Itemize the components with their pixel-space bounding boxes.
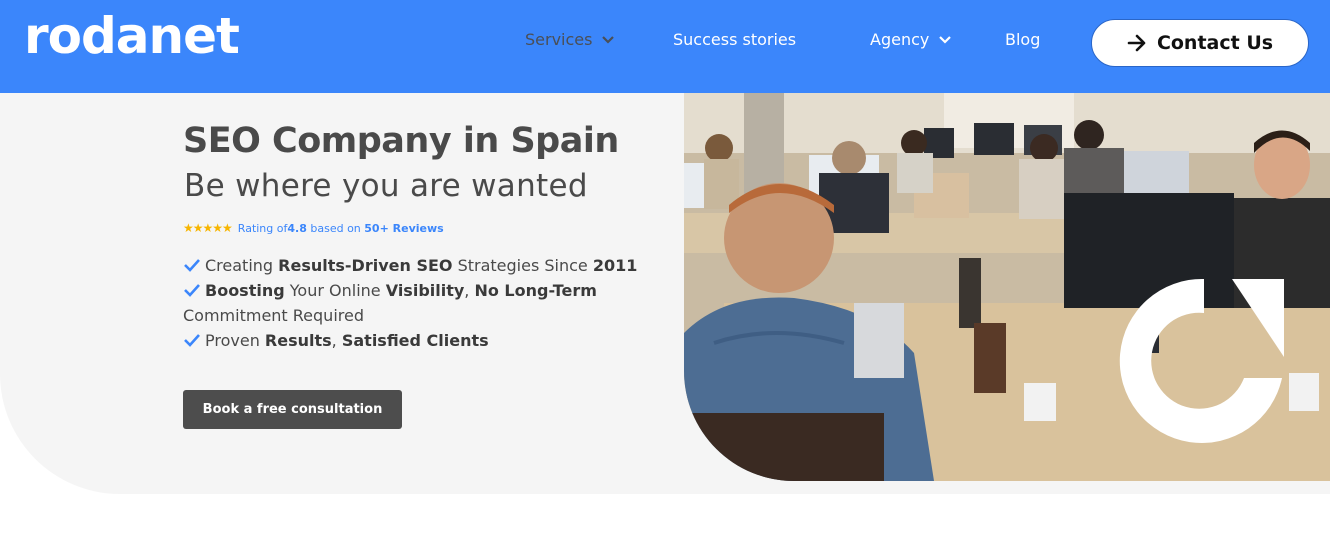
site-header: rodanet Services Success stories Agency … xyxy=(0,0,1330,93)
feature-text: Proven xyxy=(205,331,265,350)
feature-bold: 2011 xyxy=(592,256,638,275)
feature-bold: Boosting xyxy=(205,281,285,300)
nav-blog-label: Blog xyxy=(1005,30,1041,49)
chevron-down-icon xyxy=(602,35,615,44)
nav-success-stories-label: Success stories xyxy=(673,30,797,49)
hero-section: SEO Company in Spain Be where you are wa… xyxy=(0,93,1330,494)
feature-list: Creating Results-Driven SEO Strategies S… xyxy=(183,253,643,353)
check-icon xyxy=(184,284,200,297)
rating-line: ★★★★★ Rating of 4.8 based on 50+ Reviews xyxy=(183,221,444,235)
nav-success-stories[interactable]: Success stories xyxy=(673,30,796,49)
feature-text: , xyxy=(464,281,475,300)
office-photo-illustration xyxy=(684,93,1330,481)
chevron-down-icon xyxy=(939,35,952,44)
feature-bold: No Long-Term xyxy=(474,281,597,300)
feature-bold: Satisfied Clients xyxy=(341,331,489,350)
page-title: SEO Company in Spain xyxy=(183,121,619,161)
feature-item: Proven Results, Satisfied Clients xyxy=(183,328,643,353)
book-consultation-label: Book a free consultation xyxy=(202,402,383,417)
star-rating-icons: ★★★★★ xyxy=(183,221,233,235)
reviews-link[interactable]: 50+ Reviews xyxy=(364,222,443,235)
arrow-right-icon xyxy=(1127,34,1146,52)
feature-bold: Visibility xyxy=(385,281,465,300)
rating-prefix: Rating of xyxy=(237,221,288,235)
contact-us-button[interactable]: Contact Us xyxy=(1091,19,1309,67)
nav-services[interactable]: Services xyxy=(525,30,615,49)
contact-us-label: Contact Us xyxy=(1156,32,1274,54)
check-icon xyxy=(184,259,200,272)
feature-item: Creating Results-Driven SEO Strategies S… xyxy=(183,253,643,278)
feature-text: Creating xyxy=(205,256,279,275)
feature-text: , xyxy=(331,331,342,350)
feature-bold: Results-Driven SEO xyxy=(278,256,453,275)
nav-services-label: Services xyxy=(525,30,593,49)
rating-middle: based on xyxy=(306,221,365,235)
rating-value: 4.8 xyxy=(287,221,307,235)
nav-agency[interactable]: Agency xyxy=(870,30,952,49)
check-icon xyxy=(184,334,200,347)
office-team-photo xyxy=(684,93,1330,481)
book-consultation-button[interactable]: Book a free consultation xyxy=(183,390,402,429)
rodanet-logo[interactable]: rodanet xyxy=(24,6,240,66)
nav-agency-label: Agency xyxy=(870,30,930,49)
feature-item: Boosting Your Online Visibility, No Long… xyxy=(183,278,643,328)
nav-blog[interactable]: Blog xyxy=(1005,30,1040,49)
page-subtitle: Be where you are wanted xyxy=(184,168,588,204)
logo-text: rodanet xyxy=(24,7,240,65)
feature-text: Strategies Since xyxy=(452,256,593,275)
feature-bold: Results xyxy=(264,331,332,350)
feature-text: Your Online xyxy=(284,281,386,300)
